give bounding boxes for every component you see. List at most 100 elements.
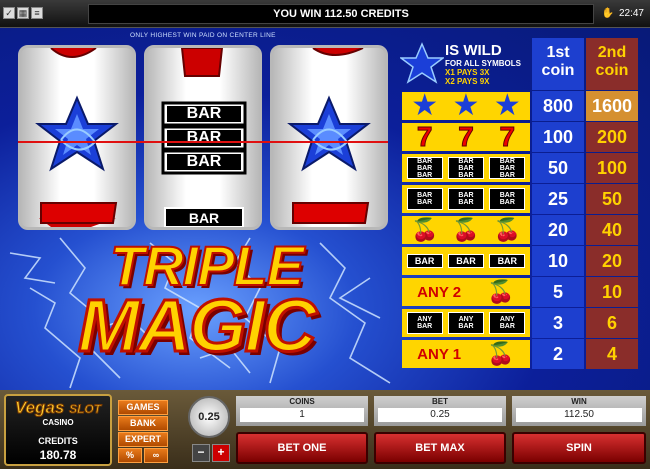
payout-2nd-coin: 100 — [586, 153, 638, 183]
paytable-row: ANY 1 🍒 2 4 — [400, 339, 640, 369]
toolbar-icons: ✓ ▦ ≡ — [3, 7, 43, 19]
game-area: ONLY HIGHEST WIN PAID ON CENTER LINE BAR… — [0, 28, 650, 390]
payout-1st-coin: 5 — [532, 277, 584, 307]
clock-time: 22:47 — [618, 8, 644, 19]
win-display: WIN 112.50 — [512, 396, 646, 426]
payout-1st-coin: 2 — [532, 339, 584, 369]
wild-info: IS WILD FOR ALL SYMBOLS X1 PAYS 3X X2 PA… — [400, 38, 530, 90]
wild-sub2: X1 PAYS 3X — [445, 68, 490, 77]
payout-2nd-coin: 50 — [586, 184, 638, 214]
any-bar-icon: ANY BAR — [406, 312, 443, 334]
paytable-row: ANY 2 🍒 5 10 — [400, 277, 640, 307]
single-bar-icon: BAR — [406, 254, 443, 268]
clock: ✋ 22:47 — [602, 8, 644, 19]
expert-button[interactable]: EXPERT — [118, 432, 168, 447]
coins-label: COINS — [289, 397, 315, 406]
star-icon: ★ — [411, 89, 439, 122]
star-icon — [35, 95, 119, 172]
cherry-icon: 🍒 — [493, 217, 522, 242]
payout-1st-coin: 20 — [532, 215, 584, 245]
wild-star-icon — [400, 42, 444, 84]
any-bar-icon: ANY BAR — [489, 312, 526, 334]
payout-2nd-coin: 20 — [586, 246, 638, 276]
bet-value: 0.25 — [378, 408, 502, 422]
double-bar-icon: BAR BAR — [489, 188, 526, 210]
seven-icon: 7 — [458, 121, 475, 152]
paytable-icon[interactable]: ▦ — [17, 7, 29, 19]
message-display: YOU WIN 112.50 CREDITS — [88, 4, 594, 24]
payout-1st-coin: 100 — [532, 122, 584, 152]
triple-bar-icon: BAR BAR BAR — [406, 157, 443, 179]
wild-title: IS WILD — [445, 42, 502, 59]
paytable: IS WILD FOR ALL SYMBOLS X1 PAYS 3X X2 PA… — [400, 38, 640, 386]
payout-2nd-coin: 1600 — [586, 91, 638, 121]
paytable-row: BAR BAR BAR BAR BAR BAR BAR BAR BAR 50 100 — [400, 153, 640, 183]
win-value: 112.50 — [516, 408, 642, 422]
cherry-icon: 🍒 — [487, 341, 515, 366]
bet-display: BET 0.25 — [374, 396, 506, 426]
payout-1st-coin: 10 — [532, 246, 584, 276]
seven-icon: 7 — [499, 121, 516, 152]
star-icon: ★ — [452, 89, 480, 122]
triple-bar-icon: BAR BAR BAR — [447, 157, 484, 179]
payout-2nd-coin: 200 — [586, 122, 638, 152]
payout-1st-coin: 3 — [532, 308, 584, 338]
coin-minus-button[interactable]: − — [192, 444, 210, 462]
payout-2nd-coin: 10 — [586, 277, 638, 307]
coin-plus-button[interactable]: + — [212, 444, 230, 462]
cherry-icon: 🍒 — [452, 217, 480, 242]
casino-logo: Vegas SLOT CASINO CREDITS 180.78 — [4, 394, 112, 466]
logo-sub: CASINO — [42, 418, 74, 427]
seven-icon: 7 — [416, 121, 433, 152]
reel-1-symbols — [35, 48, 119, 227]
spin-button[interactable]: SPIN — [512, 432, 646, 464]
bet-label: BET — [432, 397, 448, 406]
win-label: WIN — [571, 397, 587, 406]
coins-display: COINS 1 — [236, 396, 368, 426]
bet-max-button[interactable]: BET MAX — [374, 432, 506, 464]
payout-1st-coin: 800 — [532, 91, 584, 121]
credits-value: 180.78 — [39, 448, 77, 462]
star-icon — [287, 95, 371, 172]
reel-2-bar-top: BAR — [186, 105, 222, 122]
col-header-2nd-coin: 2nd coin — [586, 38, 638, 90]
checklist-icon[interactable]: ✓ — [3, 7, 15, 19]
paytable-row: 7 7 7 100 200 — [400, 122, 640, 152]
any-1-label: ANY 1 — [417, 345, 462, 363]
bank-button[interactable]: BANK — [118, 416, 168, 431]
single-bar-icon: BAR — [447, 254, 484, 268]
game-title-magic: MAGIC — [77, 283, 319, 369]
paytable-row: 🍒 🍒 🍒 20 40 — [400, 215, 640, 245]
payout-1st-coin: 25 — [532, 184, 584, 214]
options-icon[interactable]: ≡ — [31, 7, 43, 19]
coin-size-display[interactable]: 0.25 — [188, 396, 230, 438]
reel-2: BAR BAR BAR BAR — [144, 45, 262, 230]
hand-icon[interactable]: ✋ — [602, 8, 614, 19]
infinity-button[interactable]: ∞ — [144, 448, 168, 463]
reel-3 — [270, 45, 388, 230]
wild-sub1: FOR ALL SYMBOLS — [445, 59, 521, 68]
centerline-note: ONLY HIGHEST WIN PAID ON CENTER LINE — [130, 32, 276, 39]
control-panel: Vegas SLOT CASINO CREDITS 180.78 GAMES B… — [0, 390, 650, 469]
top-bar: ✓ ▦ ≡ YOU WIN 112.50 CREDITS ✋ 22:47 — [0, 0, 650, 28]
triple-bar-icon: BAR BAR BAR — [489, 157, 526, 179]
paytable-row: BAR BAR BAR BAR BAR BAR 25 50 — [400, 184, 640, 214]
payout-2nd-coin: 6 — [586, 308, 638, 338]
wild-sub3: X2 PAYS 9X — [445, 77, 490, 86]
double-bar-icon: BAR BAR — [406, 188, 443, 210]
paytable-row: ★ ★ ★ 800 1600 — [400, 91, 640, 121]
reel-1 — [18, 45, 136, 230]
paytable-row: ANY BAR ANY BAR ANY BAR 3 6 — [400, 308, 640, 338]
center-payline — [18, 141, 388, 143]
payout-1st-coin: 50 — [532, 153, 584, 183]
any-bar-icon: ANY BAR — [447, 312, 484, 334]
star-icon: ★ — [493, 89, 521, 122]
reel-2-bar-mid: BAR — [186, 129, 222, 146]
logo-title2: SLOT — [69, 402, 102, 417]
bet-one-button[interactable]: BET ONE — [236, 432, 368, 464]
percent-button[interactable]: % — [118, 448, 142, 463]
col-header-1st-coin: 1st coin — [532, 38, 584, 90]
cherry-icon: 🍒 — [410, 217, 439, 242]
games-button[interactable]: GAMES — [118, 400, 168, 415]
cherry-icon: 🍒 — [487, 279, 515, 304]
